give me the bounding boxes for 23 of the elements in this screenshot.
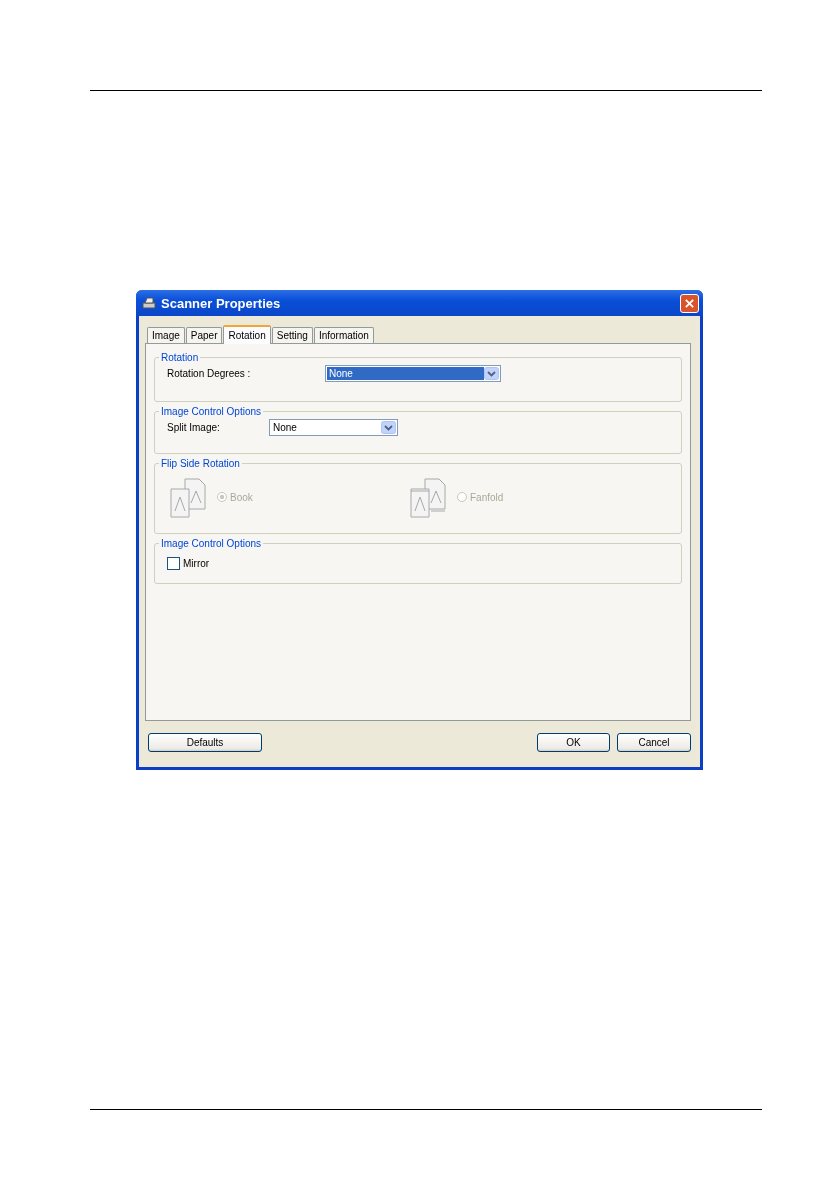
tab[interactable]: Image <box>147 327 185 343</box>
field-label: Rotation Degrees : <box>167 368 252 379</box>
close-icon <box>684 297 695 309</box>
tab[interactable]: Rotation <box>223 325 271 344</box>
group-title: Rotation <box>160 352 200 363</box>
group-title: Image Control Options <box>160 406 263 417</box>
dropdown[interactable]: None <box>325 365 501 382</box>
radio-circle-icon <box>457 492 467 502</box>
group-title: Image Control Options <box>160 538 263 549</box>
checkbox[interactable]: Mirror <box>167 557 210 570</box>
dialog-button[interactable]: Cancel <box>617 733 691 752</box>
close-button[interactable] <box>680 293 699 313</box>
tab[interactable]: Information <box>313 327 374 343</box>
tab[interactable]: Paper <box>185 327 223 343</box>
field-label: Split Image: <box>167 422 221 433</box>
window-title: Scanner Properties <box>161 295 282 311</box>
dialog-button[interactable]: OK <box>537 733 610 752</box>
tab[interactable]: Setting <box>271 327 313 343</box>
dropdown[interactable]: None <box>269 419 398 436</box>
radio-circle-icon <box>217 492 227 502</box>
group-title: Flip Side Rotation <box>160 458 241 469</box>
scanner-icon <box>141 295 157 311</box>
dialog-button[interactable]: Defaults <box>148 733 262 752</box>
